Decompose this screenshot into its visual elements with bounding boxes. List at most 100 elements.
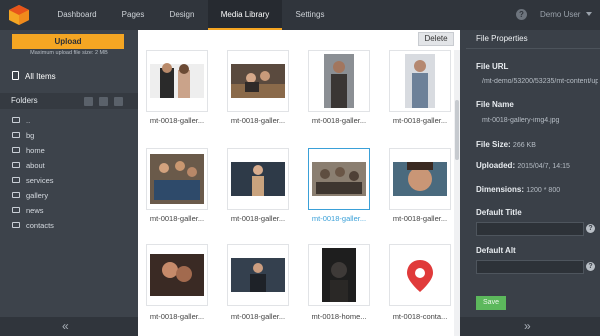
folder-sidebar: Upload Maximum upload file size: 2 MB Al…: [0, 30, 138, 336]
thumb-label: mt-0018-galler...: [392, 116, 448, 125]
help-icon[interactable]: ?: [516, 9, 527, 20]
edit-folder-icon[interactable]: [99, 97, 108, 106]
media-grid: Delete mt-0018-galler... mt-0018-galler.…: [138, 30, 460, 336]
photo-thumbnail: [150, 152, 204, 206]
map-pin-icon: [393, 248, 447, 302]
upload-button[interactable]: Upload: [12, 34, 124, 49]
folder-item-about[interactable]: about: [0, 158, 138, 173]
file-properties-panel: File Properties File URL /mt-demo/53200/…: [460, 30, 600, 336]
media-thumb[interactable]: [227, 244, 289, 306]
scrollbar-thumb[interactable]: [455, 100, 459, 160]
nav-design[interactable]: Design: [156, 0, 208, 30]
default-alt-input[interactable]: [476, 260, 584, 274]
thumb-label: mt-0018-conta...: [392, 312, 448, 321]
thumb-label: mt-0018-galler...: [392, 214, 448, 223]
panel-title: File Properties: [476, 34, 528, 43]
delete-button[interactable]: Delete: [418, 32, 454, 46]
media-thumb[interactable]: [146, 148, 208, 210]
folder-label: services: [26, 176, 54, 185]
help-icon[interactable]: ?: [586, 224, 595, 233]
file-url-value: /mt-demo/53200/53235/mt-content/uploads/…: [482, 78, 598, 85]
folder-item-services[interactable]: services: [0, 173, 138, 188]
photo-thumbnail: [393, 54, 447, 108]
folder-item-home[interactable]: home: [0, 143, 138, 158]
default-alt-label: Default Alt: [476, 246, 516, 255]
folder-up-icon: [12, 117, 20, 123]
media-thumb[interactable]: [146, 50, 208, 112]
photo-thumbnail: [312, 54, 366, 108]
panel-footer: »: [460, 317, 600, 336]
file-icon: [12, 71, 19, 80]
photo-thumbnail: [231, 248, 285, 302]
file-name-label: File Name: [476, 100, 514, 109]
all-items-label: All Items: [25, 72, 56, 81]
photo-thumbnail: [312, 152, 366, 206]
nav-media-library[interactable]: Media Library: [208, 0, 282, 30]
media-thumb[interactable]: [227, 148, 289, 210]
folder-list: .. bg home about services gallery news c…: [0, 113, 138, 233]
folder-icon: [12, 162, 20, 168]
folder-label: news: [26, 206, 44, 215]
media-thumb[interactable]: [389, 50, 451, 112]
folder-icon: [12, 222, 20, 228]
folders-title: Folders: [11, 96, 38, 105]
thumb-label: mt-0018-galler...: [230, 214, 286, 223]
save-button[interactable]: Save: [476, 296, 506, 310]
folder-item-news[interactable]: news: [0, 203, 138, 218]
folder-item-bg[interactable]: bg: [0, 128, 138, 143]
nav-settings[interactable]: Settings: [282, 0, 338, 30]
uploaded-row: Uploaded: 2015/04/7, 14:15: [476, 161, 570, 170]
thumb-label: mt-0018-galler...: [149, 116, 205, 125]
folder-item-parent[interactable]: ..: [0, 113, 138, 128]
file-url-label: File URL: [476, 62, 509, 71]
media-thumb-selected[interactable]: [308, 148, 370, 210]
photo-thumbnail: [393, 152, 447, 206]
photo-thumbnail: [150, 54, 204, 108]
dimensions-value: 1200 * 800: [526, 187, 561, 194]
photo-thumbnail: [231, 152, 285, 206]
media-thumb[interactable]: [308, 244, 370, 306]
sidebar-footer: «: [0, 317, 138, 336]
folder-label: ..: [26, 116, 31, 125]
photo-thumbnail: [231, 54, 285, 108]
top-navbar: Dashboard Pages Design Media Library Set…: [0, 0, 600, 30]
default-title-input[interactable]: [476, 222, 584, 236]
file-size-row: File Size: 266 KB: [476, 140, 536, 149]
nav-dashboard[interactable]: Dashboard: [44, 0, 110, 30]
dimensions-row: Dimensions: 1200 * 800: [476, 185, 560, 194]
folder-item-gallery[interactable]: gallery: [0, 188, 138, 203]
thumb-label: mt-0018-galler...: [230, 116, 286, 125]
user-menu[interactable]: Demo User: [540, 0, 580, 30]
media-thumb[interactable]: [227, 50, 289, 112]
file-size-label: File Size:: [476, 140, 511, 149]
folder-label: home: [26, 146, 45, 155]
uploaded-value: 2015/04/7, 14:15: [517, 163, 570, 170]
thumb-label: mt-0018-galler...: [230, 312, 286, 321]
dimensions-label: Dimensions:: [476, 185, 525, 194]
divider: [466, 48, 600, 49]
folder-label: bg: [26, 131, 35, 140]
caret-down-icon[interactable]: [586, 12, 592, 16]
folder-icon: [12, 132, 20, 138]
delete-folder-icon[interactable]: [114, 97, 123, 106]
app-logo[interactable]: [8, 4, 30, 26]
thumb-label: mt-0018-galler...: [149, 312, 205, 321]
thumb-label-selected: mt-0018-galler...: [311, 214, 367, 223]
media-thumb[interactable]: [308, 50, 370, 112]
folder-icon: [12, 177, 20, 183]
thumb-label: mt-0018-home...: [311, 312, 367, 321]
folder-icon: [12, 192, 20, 198]
media-thumb[interactable]: [389, 244, 451, 306]
folder-item-contacts[interactable]: contacts: [0, 218, 138, 233]
all-items-link[interactable]: All Items: [12, 70, 56, 84]
expand-right-icon[interactable]: »: [524, 319, 531, 333]
nav-pages[interactable]: Pages: [110, 0, 156, 30]
new-folder-icon[interactable]: [84, 97, 93, 106]
media-thumb[interactable]: [146, 244, 208, 306]
help-icon[interactable]: ?: [586, 262, 595, 271]
media-thumb[interactable]: [389, 148, 451, 210]
default-title-label: Default Title: [476, 208, 522, 217]
thumb-label: mt-0018-galler...: [149, 214, 205, 223]
collapse-left-icon[interactable]: «: [62, 319, 69, 333]
thumb-label: mt-0018-galler...: [311, 116, 367, 125]
